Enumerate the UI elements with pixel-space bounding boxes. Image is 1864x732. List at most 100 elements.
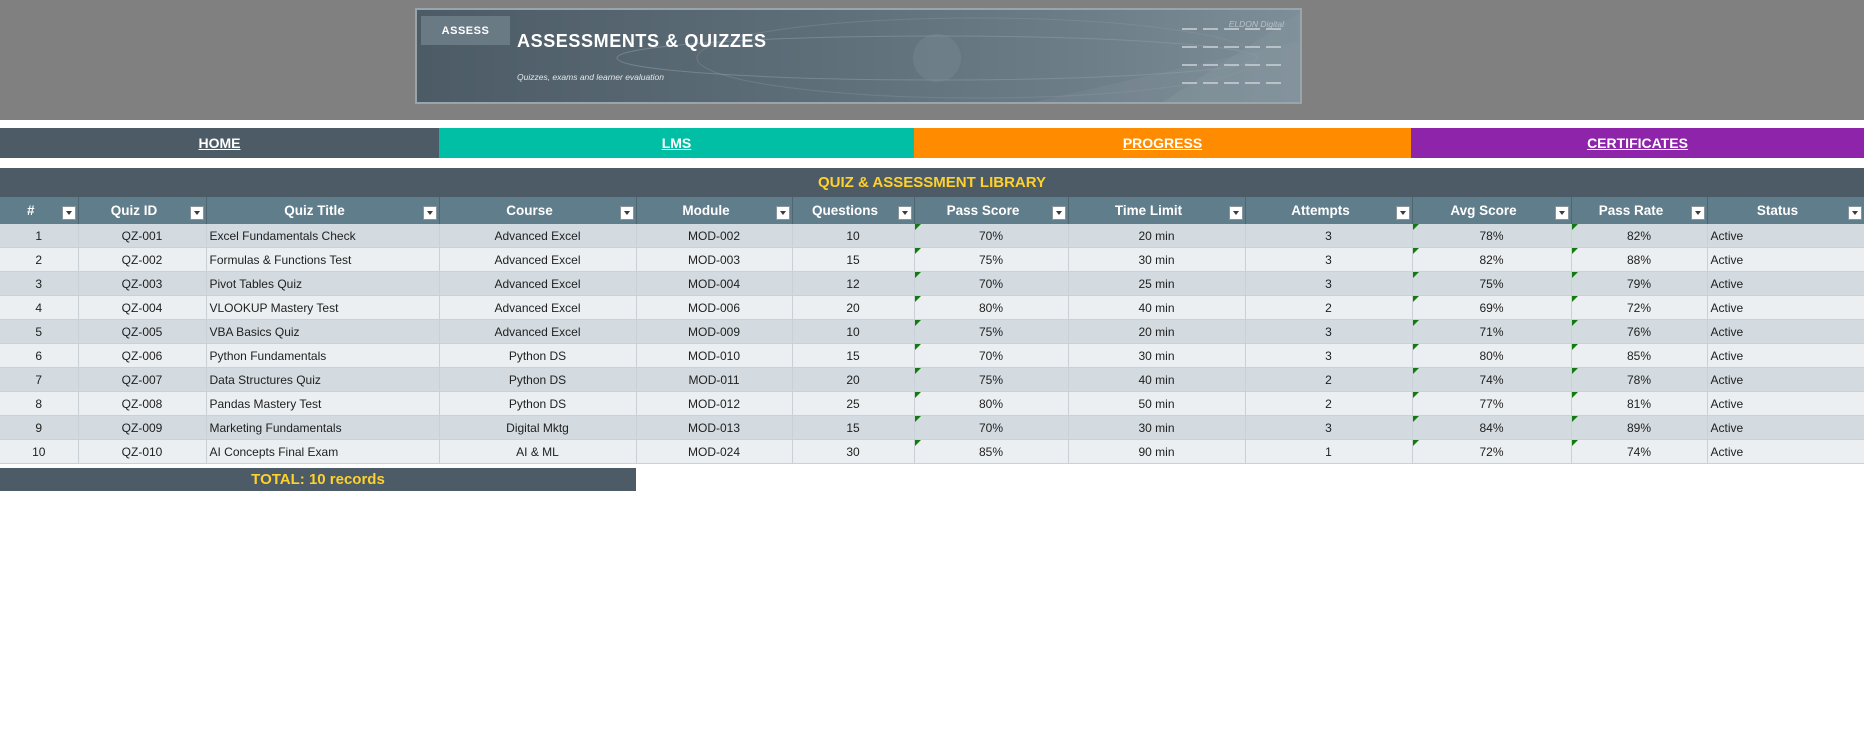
cell-pass-score[interactable]: 75% — [914, 247, 1069, 272]
cell-index[interactable]: 10 — [0, 439, 79, 464]
cell-course[interactable]: Advanced Excel — [439, 271, 637, 296]
cell-questions[interactable]: 15 — [792, 247, 915, 272]
table-row[interactable]: 10 QZ-010 AI Concepts Final Exam AI & ML MOD… — [0, 439, 1864, 464]
filter-dropdown-icon[interactable] — [1847, 206, 1862, 220]
cell-avg-score[interactable]: 80% — [1412, 343, 1572, 368]
cell-avg-score[interactable]: 69% — [1412, 295, 1572, 320]
cell-questions[interactable]: 10 — [792, 319, 915, 344]
cell-status[interactable]: Active — [1707, 271, 1864, 296]
filter-dropdown-icon[interactable] — [1228, 206, 1243, 220]
table-row[interactable]: 3 QZ-003 Pivot Tables Quiz Advanced Excel MO… — [0, 271, 1864, 296]
cell-questions[interactable]: 12 — [792, 271, 915, 296]
cell-pass-score[interactable]: 70% — [914, 415, 1069, 440]
cell-module[interactable]: MOD-013 — [636, 415, 793, 440]
table-row[interactable]: 1 QZ-001 Excel Fundamentals Check Advanced … — [0, 224, 1864, 248]
cell-pass-score[interactable]: 70% — [914, 343, 1069, 368]
cell-status[interactable]: Active — [1707, 439, 1864, 464]
cell-quiz-title[interactable]: Data Structures Quiz — [206, 367, 440, 392]
filter-dropdown-icon[interactable] — [1554, 206, 1569, 220]
cell-index[interactable]: 8 — [0, 391, 79, 416]
cell-questions[interactable]: 20 — [792, 367, 915, 392]
table-row[interactable]: 9 QZ-009 Marketing Fundamentals Digital Mkt… — [0, 415, 1864, 440]
cell-pass-score[interactable]: 80% — [914, 391, 1069, 416]
cell-questions[interactable]: 20 — [792, 295, 915, 320]
cell-index[interactable]: 4 — [0, 295, 79, 320]
cell-attempts[interactable]: 3 — [1245, 247, 1413, 272]
cell-pass-score[interactable]: 75% — [914, 319, 1069, 344]
cell-quiz-id[interactable]: QZ-009 — [78, 415, 207, 440]
cell-time-limit[interactable]: 30 min — [1068, 247, 1246, 272]
cell-pass-score[interactable]: 70% — [914, 224, 1069, 248]
cell-quiz-id[interactable]: QZ-006 — [78, 343, 207, 368]
cell-index[interactable]: 7 — [0, 367, 79, 392]
cell-attempts[interactable]: 1 — [1245, 439, 1413, 464]
cell-quiz-title[interactable]: Marketing Fundamentals — [206, 415, 440, 440]
cell-pass-rate[interactable]: 78% — [1571, 367, 1708, 392]
cell-module[interactable]: MOD-012 — [636, 391, 793, 416]
cell-course[interactable]: Python DS — [439, 367, 637, 392]
cell-quiz-id[interactable]: QZ-001 — [78, 224, 207, 248]
cell-quiz-title[interactable]: Formulas & Functions Test — [206, 247, 440, 272]
nav-certificates-link[interactable]: CERTIFICATES — [1411, 128, 1864, 158]
table-row[interactable]: 8 QZ-008 Pandas Mastery Test Python DS MOD-0… — [0, 391, 1864, 416]
cell-avg-score[interactable]: 77% — [1412, 391, 1572, 416]
cell-module[interactable]: MOD-003 — [636, 247, 793, 272]
cell-course[interactable]: Python DS — [439, 391, 637, 416]
table-row[interactable]: 5 QZ-005 VBA Basics Quiz Advanced Excel MOD-… — [0, 319, 1864, 344]
cell-quiz-title[interactable]: VBA Basics Quiz — [206, 319, 440, 344]
cell-quiz-id[interactable]: QZ-004 — [78, 295, 207, 320]
cell-questions[interactable]: 15 — [792, 415, 915, 440]
cell-status[interactable]: Active — [1707, 319, 1864, 344]
cell-pass-score[interactable]: 85% — [914, 439, 1069, 464]
filter-dropdown-icon[interactable] — [422, 206, 437, 220]
cell-quiz-id[interactable]: QZ-010 — [78, 439, 207, 464]
cell-avg-score[interactable]: 75% — [1412, 271, 1572, 296]
cell-index[interactable]: 6 — [0, 343, 79, 368]
table-row[interactable]: 7 QZ-007 Data Structures Quiz Python DS MOD-… — [0, 367, 1864, 392]
cell-quiz-title[interactable]: VLOOKUP Mastery Test — [206, 295, 440, 320]
cell-attempts[interactable]: 3 — [1245, 271, 1413, 296]
cell-quiz-id[interactable]: QZ-008 — [78, 391, 207, 416]
cell-avg-score[interactable]: 74% — [1412, 367, 1572, 392]
cell-quiz-id[interactable]: QZ-007 — [78, 367, 207, 392]
cell-quiz-title[interactable]: Excel Fundamentals Check — [206, 224, 440, 248]
cell-time-limit[interactable]: 30 min — [1068, 343, 1246, 368]
cell-pass-rate[interactable]: 89% — [1571, 415, 1708, 440]
cell-pass-rate[interactable]: 81% — [1571, 391, 1708, 416]
cell-quiz-title[interactable]: AI Concepts Final Exam — [206, 439, 440, 464]
cell-status[interactable]: Active — [1707, 367, 1864, 392]
cell-questions[interactable]: 30 — [792, 439, 915, 464]
cell-time-limit[interactable]: 25 min — [1068, 271, 1246, 296]
cell-avg-score[interactable]: 82% — [1412, 247, 1572, 272]
table-row[interactable]: 6 QZ-006 Python Fundamentals Python DS MOD-0… — [0, 343, 1864, 368]
cell-time-limit[interactable]: 20 min — [1068, 224, 1246, 248]
cell-time-limit[interactable]: 30 min — [1068, 415, 1246, 440]
cell-module[interactable]: MOD-011 — [636, 367, 793, 392]
filter-dropdown-icon[interactable] — [1395, 206, 1410, 220]
cell-status[interactable]: Active — [1707, 224, 1864, 248]
cell-module[interactable]: MOD-002 — [636, 224, 793, 248]
cell-avg-score[interactable]: 78% — [1412, 224, 1572, 248]
cell-course[interactable]: Python DS — [439, 343, 637, 368]
cell-pass-rate[interactable]: 85% — [1571, 343, 1708, 368]
cell-course[interactable]: Advanced Excel — [439, 224, 637, 248]
cell-time-limit[interactable]: 40 min — [1068, 295, 1246, 320]
filter-dropdown-icon[interactable] — [1690, 206, 1705, 220]
filter-dropdown-icon[interactable] — [1051, 206, 1066, 220]
nav-progress-link[interactable]: PROGRESS — [914, 128, 1411, 158]
cell-time-limit[interactable]: 20 min — [1068, 319, 1246, 344]
cell-avg-score[interactable]: 71% — [1412, 319, 1572, 344]
cell-index[interactable]: 2 — [0, 247, 79, 272]
cell-pass-rate[interactable]: 74% — [1571, 439, 1708, 464]
cell-time-limit[interactable]: 90 min — [1068, 439, 1246, 464]
cell-questions[interactable]: 10 — [792, 224, 915, 248]
nav-lms-link[interactable]: LMS — [439, 128, 914, 158]
filter-dropdown-icon[interactable] — [775, 206, 790, 220]
cell-course[interactable]: Advanced Excel — [439, 247, 637, 272]
cell-course[interactable]: Digital Mktg — [439, 415, 637, 440]
cell-attempts[interactable]: 3 — [1245, 415, 1413, 440]
cell-pass-rate[interactable]: 82% — [1571, 224, 1708, 248]
cell-quiz-id[interactable]: QZ-002 — [78, 247, 207, 272]
table-row[interactable]: 2 QZ-002 Formulas & Functions Test Advanced… — [0, 247, 1864, 272]
cell-quiz-title[interactable]: Pandas Mastery Test — [206, 391, 440, 416]
